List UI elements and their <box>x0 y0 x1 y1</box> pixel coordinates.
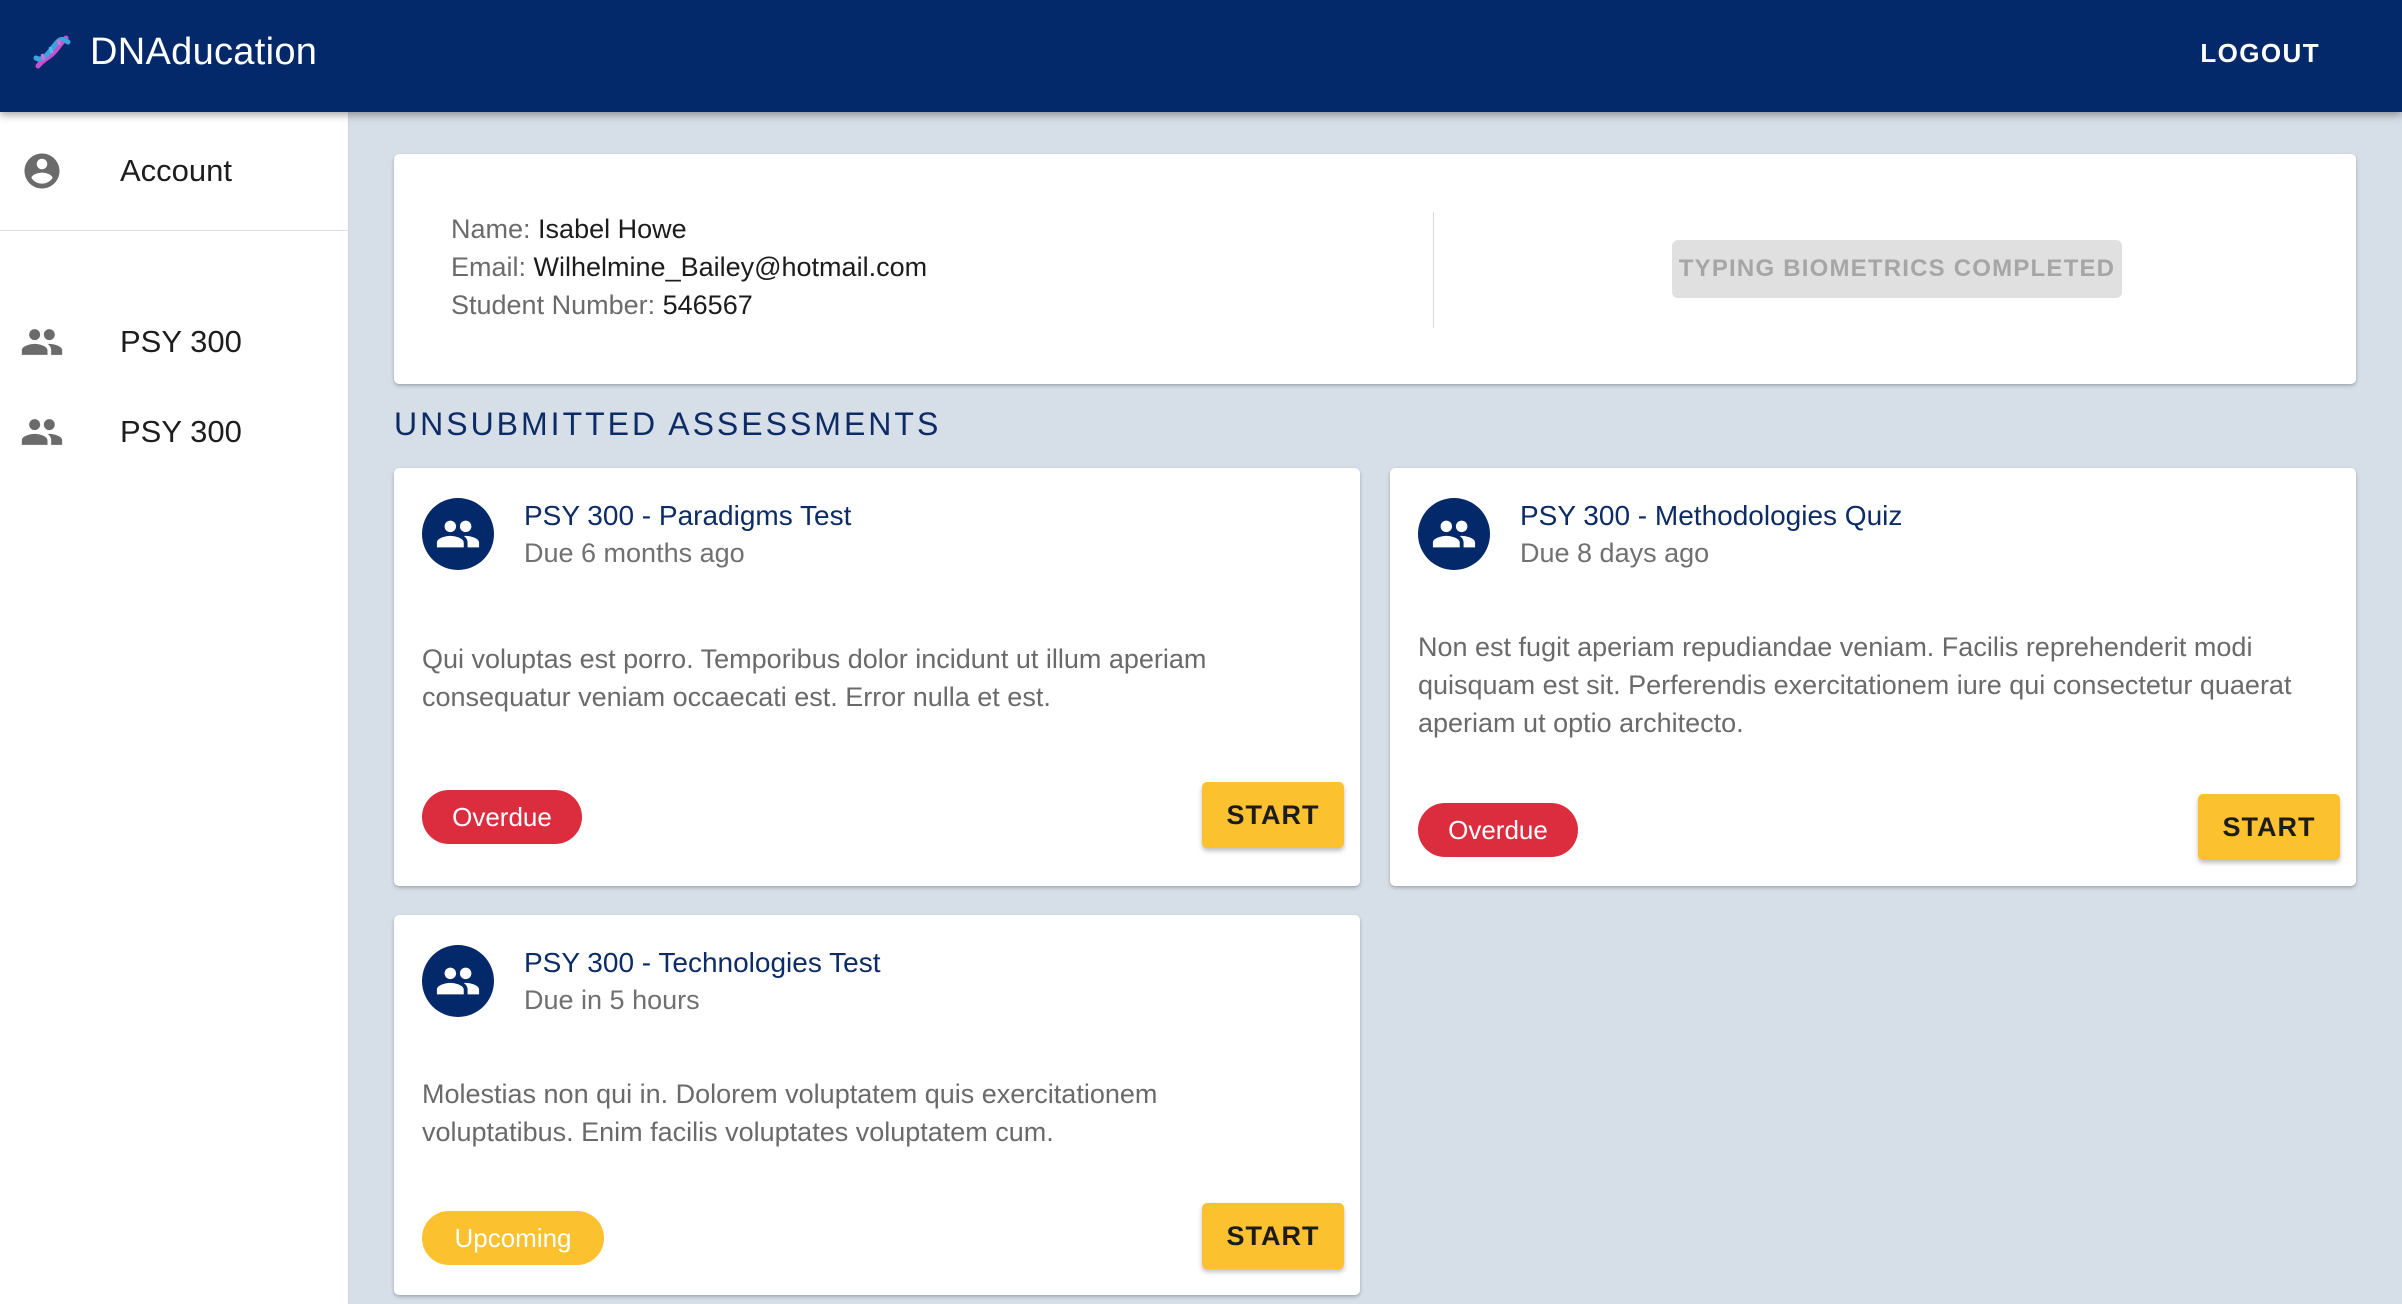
name-label: Name: <box>451 214 531 244</box>
assessment-card: PSY 300 - Technologies Test Due in 5 hou… <box>394 915 1360 1295</box>
app-bar: DNAducation LOGOUT <box>0 0 2402 112</box>
sidebar-item-label: PSY 300 <box>120 414 242 449</box>
group-icon <box>436 967 480 995</box>
avatar <box>422 945 494 1017</box>
description-line: voluptatibus. Enim facilis voluptates vo… <box>422 1117 1054 1147</box>
sidebar-item-course[interactable]: PSY 300 <box>0 302 349 382</box>
sidebar-item-account[interactable]: Account <box>0 112 349 230</box>
group-icon <box>18 318 66 366</box>
assessment-description: Non est fugit aperiam repudiandae veniam… <box>1418 628 2318 742</box>
assessment-description: Qui voluptas est porro. Temporibus dolor… <box>422 640 1322 716</box>
sidebar-item-course[interactable]: PSY 300 <box>0 392 349 472</box>
email-label: Email: <box>451 252 527 282</box>
assessment-title[interactable]: PSY 300 - Paradigms Test <box>524 500 851 532</box>
account-circle-icon <box>18 147 66 195</box>
typing-biometrics-button: TYPING BIOMETRICS COMPLETED <box>1672 240 2122 298</box>
section-title: UNSUBMITTED ASSESSMENTS <box>394 406 942 442</box>
sidebar: Account PSY 300 PSY 300 <box>0 112 349 1304</box>
status-badge: Overdue <box>1418 803 1578 857</box>
email-value: Wilhelmine_Bailey@hotmail.com <box>533 252 928 282</box>
assessment-card: PSY 300 - Methodologies Quiz Due 8 days … <box>1390 468 2356 886</box>
sidebar-item-label: PSY 300 <box>120 324 242 359</box>
description-line: aperiam ut optio architecto. <box>1418 708 1744 738</box>
avatar <box>1418 498 1490 570</box>
sidebar-divider <box>0 230 349 231</box>
group-icon <box>18 408 66 456</box>
assessment-description: Molestias non qui in. Dolorem voluptatem… <box>422 1075 1322 1151</box>
profile-card: Name: Isabel Howe Email: Wilhelmine_Bail… <box>394 154 2356 384</box>
description-line: consequatur veniam occaecati est. Error … <box>422 682 1051 712</box>
profile-student-number: Student Number: 546567 <box>451 290 753 321</box>
start-button[interactable]: START <box>1202 1203 1344 1269</box>
assessment-due: Due 6 months ago <box>524 538 745 568</box>
description-line: Non est fugit aperiam repudiandae veniam… <box>1418 632 2253 662</box>
assessment-due: Due 8 days ago <box>1520 538 1710 568</box>
status-badge: Upcoming <box>422 1211 604 1265</box>
status-badge: Overdue <box>422 790 582 844</box>
avatar <box>422 498 494 570</box>
group-icon <box>1432 520 1476 548</box>
app-name: DNAducation <box>90 31 318 73</box>
student-number-label: Student Number: <box>451 290 656 320</box>
brand[interactable]: DNAducation <box>30 0 317 105</box>
sidebar-item-label: Account <box>120 153 233 188</box>
start-button[interactable]: START <box>2198 794 2340 860</box>
description-line: Qui voluptas est porro. Temporibus dolor… <box>422 644 1207 674</box>
profile-divider <box>1433 212 1434 328</box>
name-value: Isabel Howe <box>538 214 687 244</box>
group-icon <box>436 520 480 548</box>
description-line: Molestias non qui in. Dolorem voluptatem… <box>422 1079 1158 1109</box>
description-line: quisquam est sit. Perferendis exercitati… <box>1418 670 2292 700</box>
assessment-card: PSY 300 - Paradigms Test Due 6 months ag… <box>394 468 1360 886</box>
profile-email: Email: Wilhelmine_Bailey@hotmail.com <box>451 252 927 283</box>
profile-name: Name: Isabel Howe <box>451 214 687 245</box>
dna-logo-icon <box>30 32 72 74</box>
assessment-due: Due in 5 hours <box>524 985 700 1015</box>
start-button[interactable]: START <box>1202 782 1344 848</box>
student-number-value: 546567 <box>662 290 753 320</box>
logout-button[interactable]: LOGOUT <box>2188 26 2332 80</box>
assessment-title[interactable]: PSY 300 - Methodologies Quiz <box>1520 500 1902 532</box>
assessment-title[interactable]: PSY 300 - Technologies Test <box>524 947 880 979</box>
